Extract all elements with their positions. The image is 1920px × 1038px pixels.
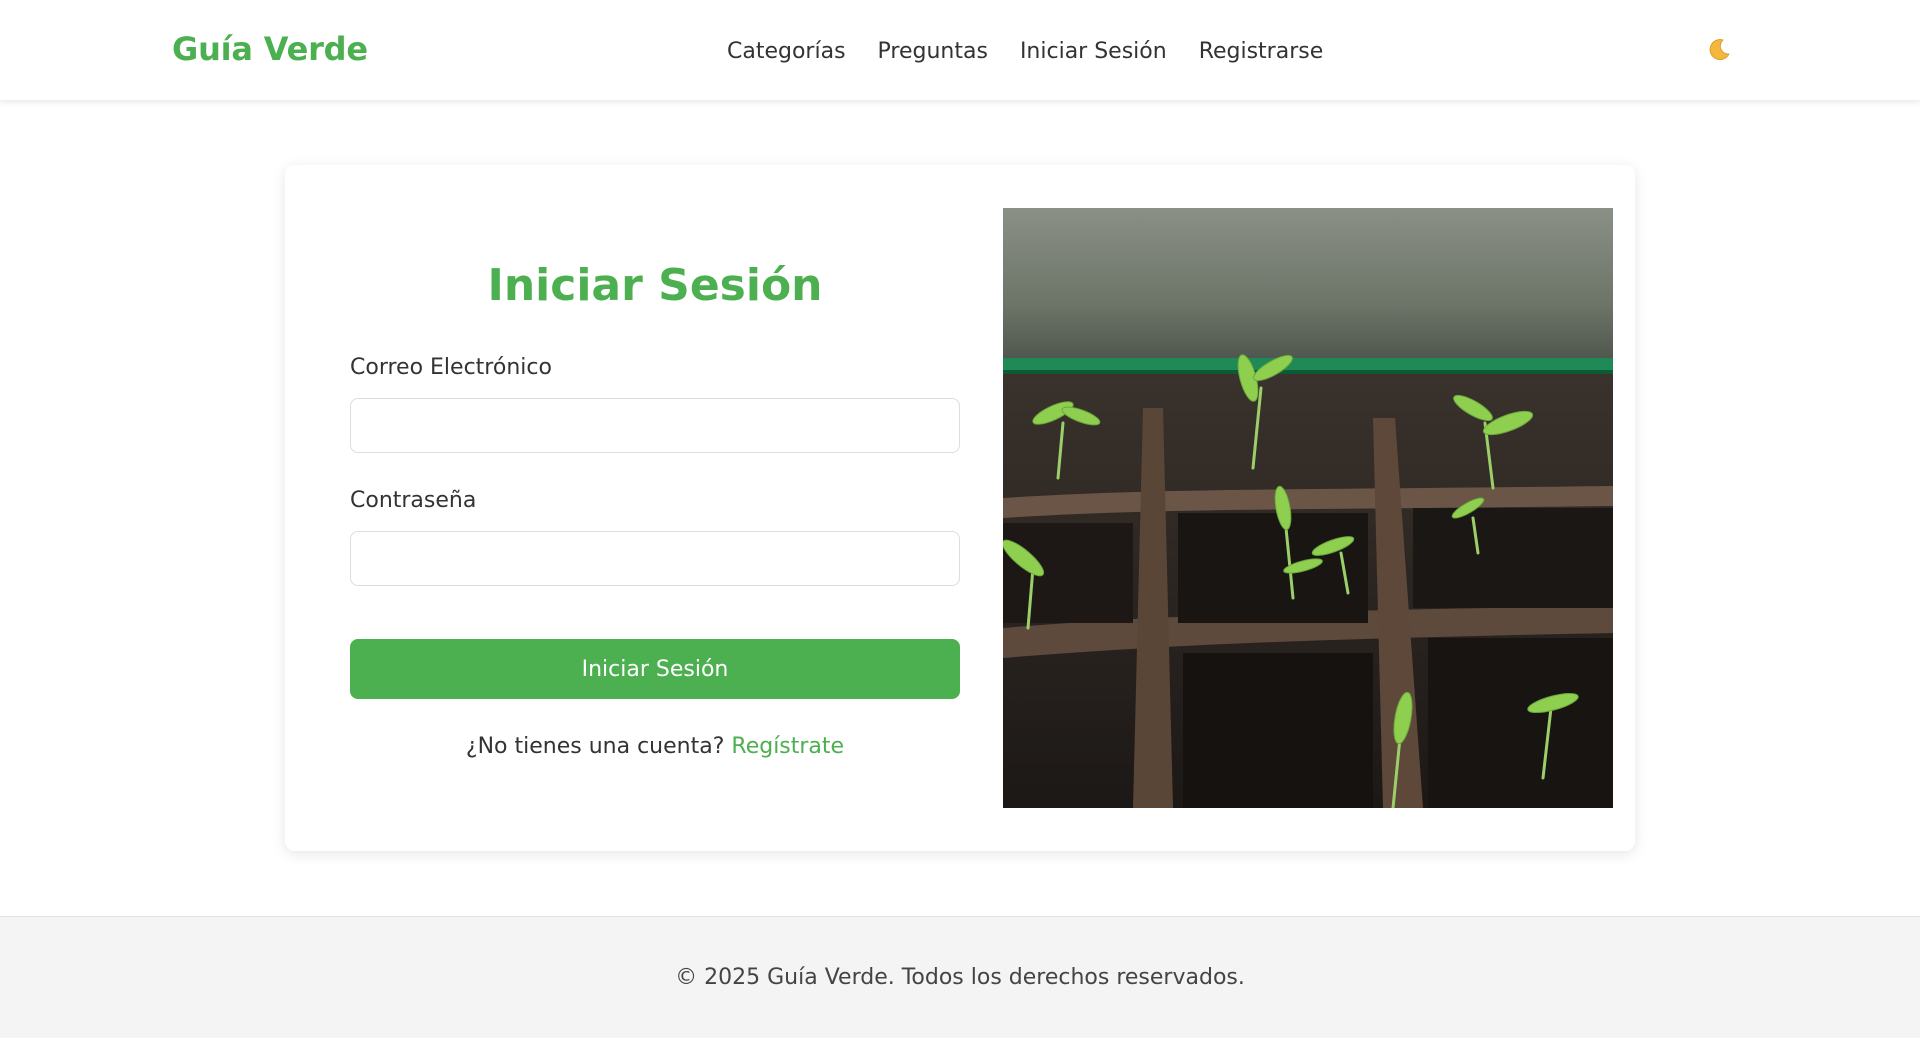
email-field[interactable]	[350, 398, 960, 453]
main-nav: Categorías Preguntas Iniciar Sesión Regi…	[727, 36, 1323, 66]
register-prompt: ¿No tienes una cuenta? Regístrate	[350, 734, 960, 759]
nav-link-register[interactable]: Registrarse	[1199, 39, 1324, 64]
register-link[interactable]: Regístrate	[731, 734, 844, 759]
site-logo[interactable]: Guía Verde	[172, 30, 368, 68]
nav-link-questions[interactable]: Preguntas	[878, 39, 988, 64]
site-footer: © 2025 Guía Verde. Todos los derechos re…	[0, 916, 1920, 1038]
copyright-text: © 2025 Guía Verde. Todos los derechos re…	[675, 965, 1245, 990]
password-label: Contraseña	[350, 488, 477, 513]
login-form: Iniciar Sesión Correo Electrónico Contra…	[350, 165, 960, 851]
moon-icon	[1706, 37, 1732, 66]
nav-link-login[interactable]: Iniciar Sesión	[1020, 39, 1167, 64]
login-card: Iniciar Sesión Correo Electrónico Contra…	[285, 165, 1635, 851]
login-submit-button[interactable]: Iniciar Sesión	[350, 639, 960, 699]
register-prompt-text: ¿No tienes una cuenta?	[465, 734, 725, 759]
email-label: Correo Electrónico	[350, 355, 552, 380]
seedlings-photo	[1003, 208, 1613, 808]
site-header: Guía Verde Categorías Preguntas Iniciar …	[0, 0, 1920, 100]
password-field[interactable]	[350, 531, 960, 586]
theme-toggle-button[interactable]	[1704, 36, 1734, 66]
nav-link-categories[interactable]: Categorías	[727, 39, 846, 64]
login-title: Iniciar Sesión	[487, 260, 823, 311]
